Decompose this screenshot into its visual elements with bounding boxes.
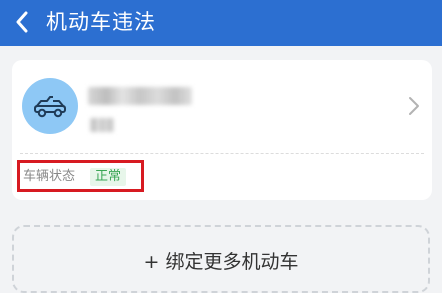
car-icon — [34, 96, 66, 118]
page-title: 机动车违法 — [46, 10, 156, 34]
card-divider — [20, 153, 424, 154]
vehicle-info-redacted — [90, 118, 114, 132]
bind-more-label: + 绑定更多机动车 — [143, 251, 299, 273]
app-header: 机动车违法 — [0, 0, 442, 46]
vehicle-avatar — [22, 78, 78, 134]
status-badge: 正常 — [90, 168, 127, 186]
vehicle-card[interactable]: 车辆状态 正常 — [12, 60, 432, 200]
back-button[interactable] — [10, 6, 40, 38]
vehicle-status-label: 车辆状态 — [23, 169, 76, 184]
plate-number-redacted — [88, 87, 192, 105]
bind-more-vehicles-button[interactable]: + 绑定更多机动车 — [12, 225, 430, 293]
chevron-left-icon — [16, 11, 28, 33]
chevron-right-icon — [409, 97, 419, 115]
